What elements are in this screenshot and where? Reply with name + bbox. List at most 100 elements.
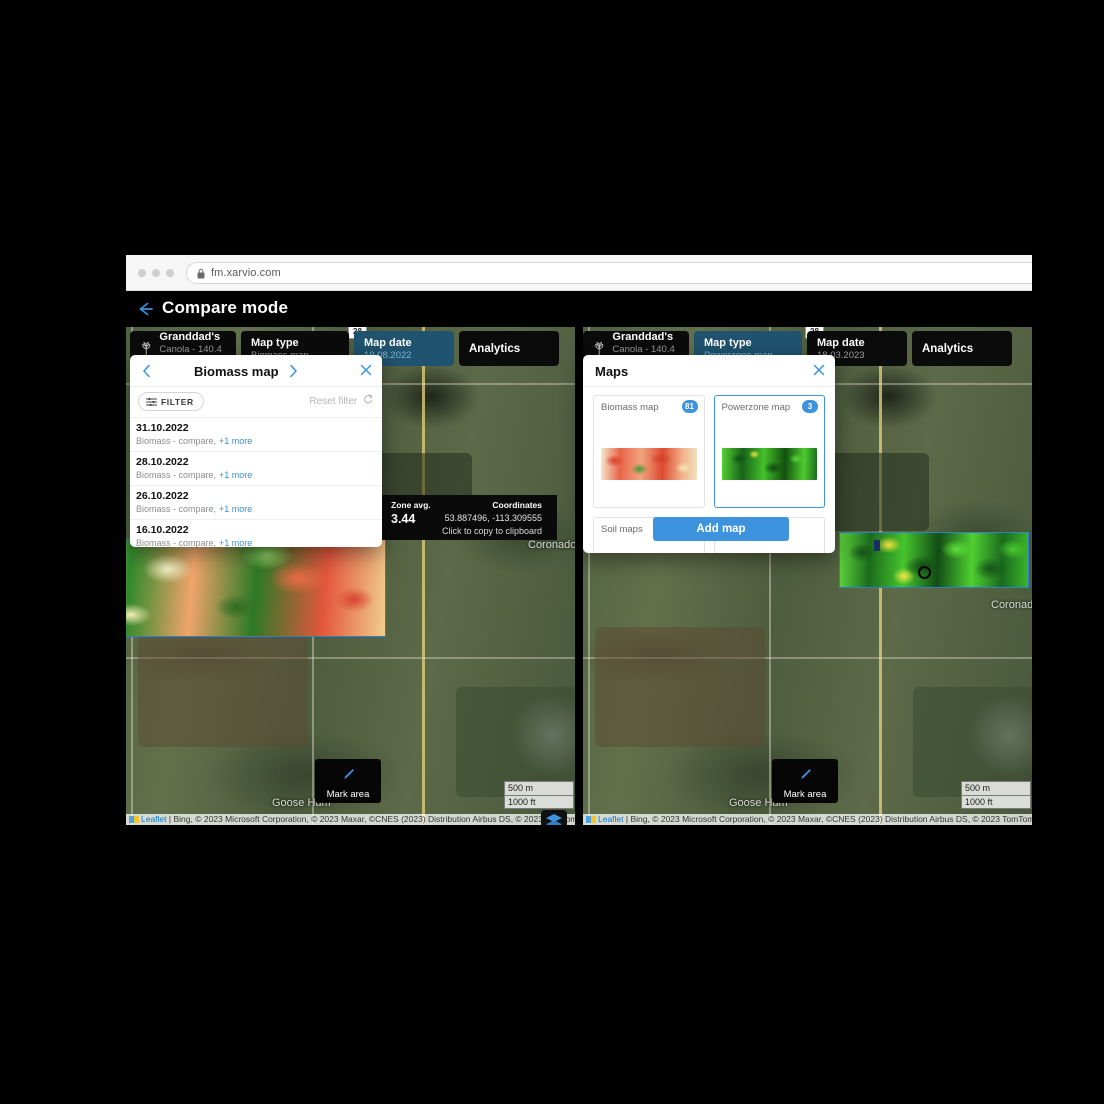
map-type-card-title: Soil maps (601, 524, 643, 535)
leaflet-logo-icon (129, 816, 139, 823)
analytics-label: Analytics (469, 342, 521, 355)
coordinates-label: Coordinates (492, 500, 542, 510)
map-attribution-right: Leaflet | Bing, © 2023 Microsoft Corpora… (583, 814, 1032, 825)
map-date-item-more-link[interactable]: +1 more (219, 436, 252, 446)
window-minimize-dot[interactable] (152, 269, 160, 277)
filter-icon (146, 397, 157, 406)
map-date-label: Map date (817, 336, 865, 349)
add-map-button[interactable]: Add map (653, 517, 789, 541)
scale-imperial: 1000 ft (504, 795, 574, 809)
map-date-list-item[interactable]: 31.10.2022 Biomass - compare, +1 more (130, 417, 382, 451)
mark-area-label: Mark area (783, 789, 827, 800)
analytics-chip-right[interactable]: Analytics (912, 331, 1012, 366)
map-date-item-meta: Biomass - compare, +1 more (136, 538, 253, 547)
leaflet-logo-icon (586, 816, 596, 823)
analytics-chip-left[interactable]: Analytics (459, 331, 559, 366)
map-date-list-item[interactable]: 26.10.2022 Biomass - compare, +1 more (130, 485, 382, 519)
map-date-list[interactable]: 31.10.2022 Biomass - compare, +1 more 28.10… (130, 417, 382, 547)
map-date-item-more-link[interactable]: +1 more (219, 538, 252, 547)
field-name: Granddad's (612, 330, 674, 343)
field-marker-ring[interactable] (918, 566, 931, 579)
maps-popover: Maps Biomass map 81 Powerzone map 3 Soil map… (583, 355, 835, 553)
leaflet-link[interactable]: Leaflet (141, 814, 167, 824)
window-close-dot[interactable] (138, 269, 146, 277)
scale-imperial: 1000 ft (961, 795, 1031, 809)
filter-row: FILTER Reset filter (130, 387, 382, 417)
close-icon[interactable] (360, 364, 372, 376)
reset-icon (364, 394, 373, 404)
screenshot-root: fm.xarvio.com Compare mode Goose Hum Cor… (0, 0, 1104, 1104)
chevron-left-icon[interactable] (142, 364, 152, 378)
attribution-text: | Bing, © 2023 Microsoft Corporation, © … (625, 814, 1032, 824)
url-text: fm.xarvio.com (211, 267, 281, 279)
map-type-card-thumbnail (601, 448, 697, 480)
arrow-left-icon[interactable] (134, 299, 156, 319)
lock-icon (197, 268, 205, 279)
pane-divider (575, 327, 583, 825)
reset-filter-button[interactable]: Reset filter (309, 394, 373, 407)
scale-metric: 500 m (961, 781, 1031, 795)
close-icon[interactable] (813, 364, 825, 376)
popover-header: Maps (583, 355, 835, 387)
page-title: Compare mode (162, 298, 289, 317)
analytics-label: Analytics (922, 342, 974, 355)
browser-window: fm.xarvio.com Compare mode Goose Hum Cor… (126, 255, 1032, 825)
map-date-label: Map date (364, 336, 412, 349)
attribution-text: | Bing, © 2023 Microsoft Corporation, © … (168, 814, 575, 824)
window-maximize-dot[interactable] (166, 269, 174, 277)
map-type-label: Map type (251, 336, 299, 349)
url-bar[interactable]: fm.xarvio.com (186, 262, 1032, 284)
map-type-label: Map type (704, 336, 752, 349)
map-date-item-more-link[interactable]: +1 more (219, 504, 252, 514)
leaflet-link[interactable]: Leaflet (598, 814, 624, 824)
reset-filter-label: Reset filter (309, 396, 358, 407)
mark-area-label: Mark area (326, 789, 370, 800)
mark-area-button-right[interactable]: Mark area (772, 759, 838, 803)
filter-label: FILTER (161, 396, 194, 407)
map-date-item-date: 26.10.2022 (136, 490, 189, 502)
place-label-coronad-right: Coronad (991, 599, 1032, 611)
scale-bar-right: 500 m 1000 ft (961, 781, 1031, 809)
map-type-card-thumbnail (721, 448, 817, 480)
map-date-item-more-link[interactable]: +1 more (219, 470, 252, 480)
map-attribution-left: Leaflet | Bing, © 2023 Microsoft Corpora… (126, 814, 575, 825)
map-type-card-badge: 81 (681, 400, 698, 413)
place-label-coronado: Coronado (528, 539, 575, 551)
field-polygon-powerzone[interactable] (839, 532, 1029, 588)
popover-title: Maps (595, 364, 629, 379)
layers-button-left[interactable] (541, 810, 567, 825)
browser-chrome: fm.xarvio.com (126, 255, 1032, 291)
field-name: Granddad's (159, 330, 221, 343)
map-date-list-item[interactable]: 28.10.2022 Biomass - compare, +1 more (130, 451, 382, 485)
map-date-item-date: 16.10.2022 (136, 524, 189, 536)
mark-area-button-left[interactable]: Mark area (315, 759, 381, 803)
map-type-card-title: Biomass map (601, 402, 659, 413)
popover-title: Biomass map (194, 364, 279, 379)
scale-metric: 500 m (504, 781, 574, 795)
chevron-right-icon[interactable] (288, 364, 298, 378)
zone-avg-value: 3.44 (391, 512, 416, 526)
zone-avg-label: Zone avg. (391, 500, 431, 510)
coordinates-value: 53.887496, -113.309555 (444, 513, 542, 523)
pencil-icon (800, 769, 811, 779)
map-type-card[interactable]: Biomass map 81 (593, 395, 705, 508)
map-type-card-title: Powerzone map (721, 402, 791, 413)
map-date-item-date: 28.10.2022 (136, 456, 189, 468)
map-date-list-item[interactable]: 16.10.2022 Biomass - compare, +1 more (130, 519, 382, 547)
field-marker-pin (874, 540, 880, 551)
layers-icon (546, 814, 562, 825)
scale-bar-left: 500 m 1000 ft (504, 781, 574, 809)
biomass-map-dates-popover: Biomass map FILTER Reset filter 31.10.20… (130, 355, 382, 547)
map-type-card[interactable]: Powerzone map 3 (713, 395, 825, 508)
map-date-item-meta: Biomass - compare, +1 more (136, 504, 253, 514)
map-date-item-meta: Biomass - compare, +1 more (136, 436, 253, 446)
copy-hint: Click to copy to clipboard (441, 526, 542, 536)
app-header: Compare mode (126, 291, 1032, 327)
map-date-item-meta: Biomass - compare, +1 more (136, 470, 253, 480)
filter-button[interactable]: FILTER (138, 392, 204, 411)
pencil-icon (343, 769, 354, 779)
map-type-card-badge: 3 (802, 400, 818, 413)
zone-info-tooltip[interactable]: Zone avg. 3.44 Coordinates 53.887496, -1… (382, 495, 557, 540)
map-date-item-date: 31.10.2022 (136, 422, 189, 434)
field-polygon-biomass[interactable] (126, 539, 386, 637)
